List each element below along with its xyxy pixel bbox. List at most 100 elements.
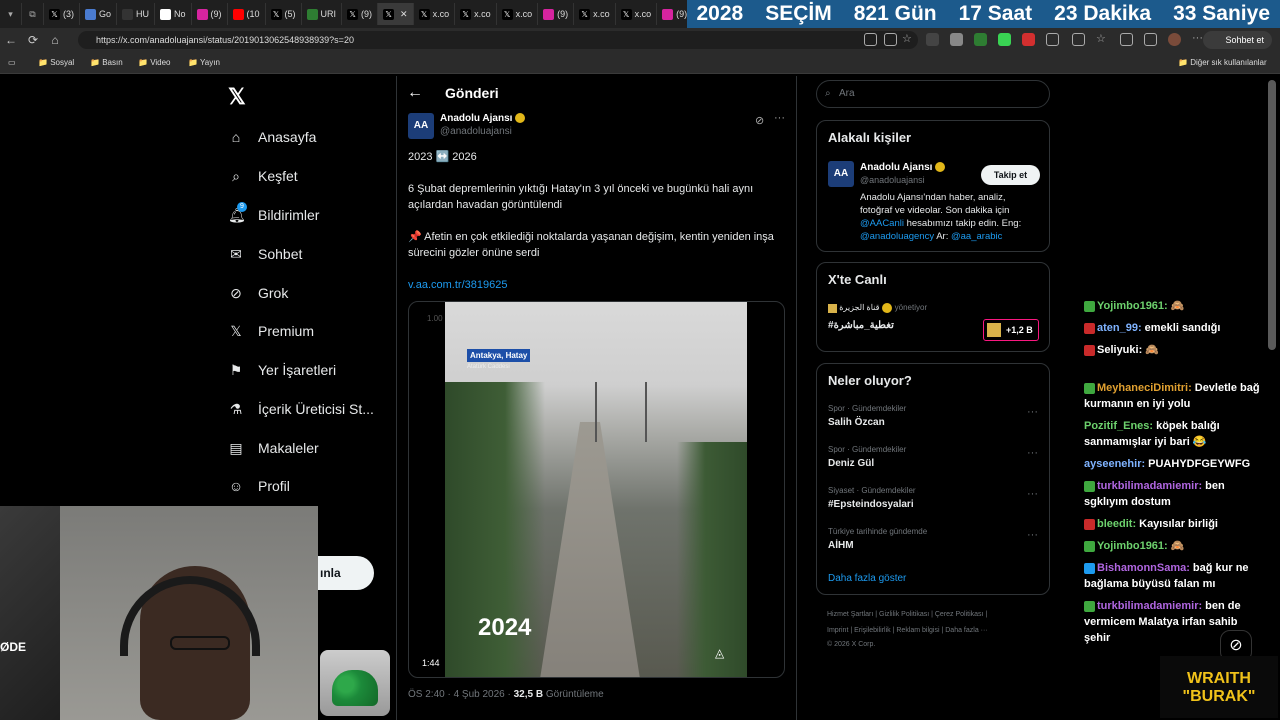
browser-tab[interactable]: HU: [117, 3, 156, 25]
favorites-bar-icon[interactable]: ☆: [1096, 33, 1109, 46]
bio-mention[interactable]: @AACanli: [860, 218, 904, 229]
browser-tab[interactable]: 𝕏x.co: [497, 3, 539, 25]
nav-item-flask[interactable]: ⚗ İçerik Üreticisi St...: [228, 394, 374, 424]
bookmark-basin[interactable]: 📁 Basın: [90, 58, 123, 67]
workspaces-icon[interactable]: ⧉: [22, 3, 44, 25]
read-aloud-icon[interactable]: [884, 33, 897, 46]
card-title: X'te Canlı: [828, 272, 887, 287]
bookmark-yayin[interactable]: 📁 Yayın: [188, 58, 220, 67]
author-avatar[interactable]: AA: [408, 113, 434, 139]
copyright: © 2026 X Corp.: [827, 641, 876, 648]
street-label: Atatürk Caddesi: [467, 364, 510, 370]
copilot-chat-button[interactable]: Sohbet et: [1203, 31, 1272, 49]
browser-tab[interactable]: 𝕏 (5): [266, 3, 302, 25]
post-button[interactable]: ınla: [318, 556, 374, 590]
bio-mention[interactable]: @aa_arabic: [951, 231, 1002, 242]
browser-tab[interactable]: No: [155, 3, 192, 25]
trend-more-icon[interactable]: ···: [1027, 488, 1038, 500]
other-bookmarks[interactable]: 📁 Diğer sık kullanılanlar: [1178, 58, 1267, 67]
browser-tab[interactable]: 𝕏x.co: [455, 3, 497, 25]
related-handle[interactable]: @anadoluajansi: [860, 175, 925, 185]
browser-tab[interactable]: (10: [228, 3, 266, 25]
extension-icon[interactable]: [1022, 33, 1035, 46]
related-name[interactable]: Anadolu Ajansı: [860, 162, 946, 173]
x-icon: 𝕏: [49, 8, 60, 20]
trend-more-icon[interactable]: ···: [1027, 529, 1038, 541]
screenshot-icon[interactable]: [1144, 33, 1157, 46]
browser-tab[interactable]: 𝕏 (9): [342, 3, 379, 25]
bookmarks-menu-icon[interactable]: ▭: [8, 58, 16, 67]
chat-username: Yojimbo1961:: [1097, 300, 1168, 312]
collections-icon[interactable]: [1120, 33, 1133, 46]
nav-item-bookmark[interactable]: ⚑ Yer İşaretleri: [228, 355, 336, 385]
bio-mention[interactable]: @anadoluagency: [860, 231, 934, 242]
favorite-icon[interactable]: ☆: [902, 33, 915, 46]
nav-item-person[interactable]: ☺ Profil: [228, 471, 290, 501]
back-arrow-icon[interactable]: ←: [407, 84, 423, 102]
trend-more-icon[interactable]: ···: [1027, 447, 1038, 459]
refresh-icon[interactable]: ⟳: [22, 29, 44, 51]
author-handle[interactable]: @anadoluajansi: [440, 126, 512, 137]
bookmark-sosyal[interactable]: 📁 Sosyal: [38, 58, 74, 67]
page-scrollbar[interactable]: [1268, 80, 1276, 350]
home-icon[interactable]: ⌂: [44, 29, 66, 51]
tab-label: x.co: [515, 9, 533, 19]
grok-icon[interactable]: ⊘: [755, 114, 764, 127]
live-host[interactable]: قناة الجزيرة yönetiyor: [828, 303, 927, 313]
browser-tab[interactable]: (9): [192, 3, 228, 25]
nav-item-home[interactable]: ⌂ Anasayfa: [228, 122, 317, 152]
video-crane: [645, 382, 647, 442]
post-link[interactable]: v.aa.com.tr/3819625: [408, 277, 783, 293]
bookmark-video[interactable]: 📁 Video: [138, 58, 171, 67]
browser-tab[interactable]: 𝕏x.co: [414, 3, 456, 25]
trend-item[interactable]: #Epsteindosyalari: [828, 499, 914, 510]
x-logo-icon[interactable]: 𝕏: [228, 84, 246, 110]
url-field[interactable]: https://x.com/anadoluajansi/status/20190…: [78, 31, 918, 49]
browser-tab[interactable]: 𝕏 ✕: [378, 3, 414, 25]
split-screen-icon[interactable]: [1072, 33, 1085, 46]
follow-button[interactable]: Takip et: [981, 165, 1040, 185]
trend-item[interactable]: Salih Özcan: [828, 417, 885, 428]
show-more-link[interactable]: Daha fazla göster: [828, 573, 906, 584]
nav-item-grok[interactable]: ⊘ Grok: [228, 278, 288, 308]
extension-icon[interactable]: [974, 33, 987, 46]
browser-tab[interactable]: (9): [538, 3, 575, 25]
profile-avatar[interactable]: [1168, 33, 1181, 46]
post-time[interactable]: ÖS 2:40 · 4 Şub 2026 ·: [408, 689, 514, 700]
extensions-puzzle-icon[interactable]: [1046, 33, 1059, 46]
browser-tab[interactable]: 𝕏x.co: [616, 3, 658, 25]
browser-tab[interactable]: Go: [80, 3, 118, 25]
extension-icon[interactable]: [950, 33, 963, 46]
bio-line: fotoğraf ve videolar. Son dakika için: [860, 205, 1010, 216]
browser-tab[interactable]: 𝕏x.co: [574, 3, 616, 25]
webcam-overlay: ØDE: [0, 506, 318, 720]
nav-item-article[interactable]: ▤ Makaleler: [228, 433, 318, 463]
grid-icon[interactable]: [864, 33, 877, 46]
author-name[interactable]: Anadolu Ajansı: [440, 113, 526, 124]
nav-item-search[interactable]: ⌕ Keşfet: [228, 161, 298, 191]
browser-tab[interactable]: 𝕏 (3): [44, 3, 80, 25]
live-listeners[interactable]: +1,2 B: [983, 319, 1039, 341]
search-input[interactable]: ⌕ Ara: [816, 80, 1050, 108]
nav-item-mail[interactable]: ✉ Sohbet: [228, 239, 302, 269]
back-icon[interactable]: ←: [0, 29, 22, 51]
related-avatar[interactable]: AA: [828, 161, 854, 187]
chat-text: 🙈: [1170, 300, 1185, 312]
video-frame[interactable]: Antakya, Hatay Atatürk Caddesi 2024 ◬: [445, 302, 747, 677]
browser-tab[interactable]: URI: [302, 3, 343, 25]
video-duration: 1:44: [422, 658, 440, 668]
trend-item[interactable]: AİHM: [828, 540, 854, 551]
trend-more-icon[interactable]: ···: [1027, 406, 1038, 418]
extension-icon[interactable]: [998, 33, 1011, 46]
chat-badge-icon: [1084, 382, 1095, 394]
nav-item-x[interactable]: 𝕏 Premium: [228, 316, 314, 346]
nav-item-bell[interactable]: 🔔︎ 9 Bildirimler: [228, 200, 319, 230]
live-topic[interactable]: #تغطية_مباشرة: [828, 320, 894, 331]
extension-icon[interactable]: [926, 33, 939, 46]
close-tab-icon[interactable]: ✕: [400, 9, 408, 20]
tab-list-button[interactable]: ▾: [0, 3, 22, 25]
trend-item[interactable]: Deniz Gül: [828, 458, 874, 469]
more-options-icon[interactable]: ···: [774, 112, 785, 124]
footer-links[interactable]: Hizmet Şartları | Gizlilik Politikası | …: [827, 607, 1047, 623]
video-player[interactable]: 1.00 Antakya, Hatay Atatürk Caddesi 2024…: [408, 301, 785, 678]
